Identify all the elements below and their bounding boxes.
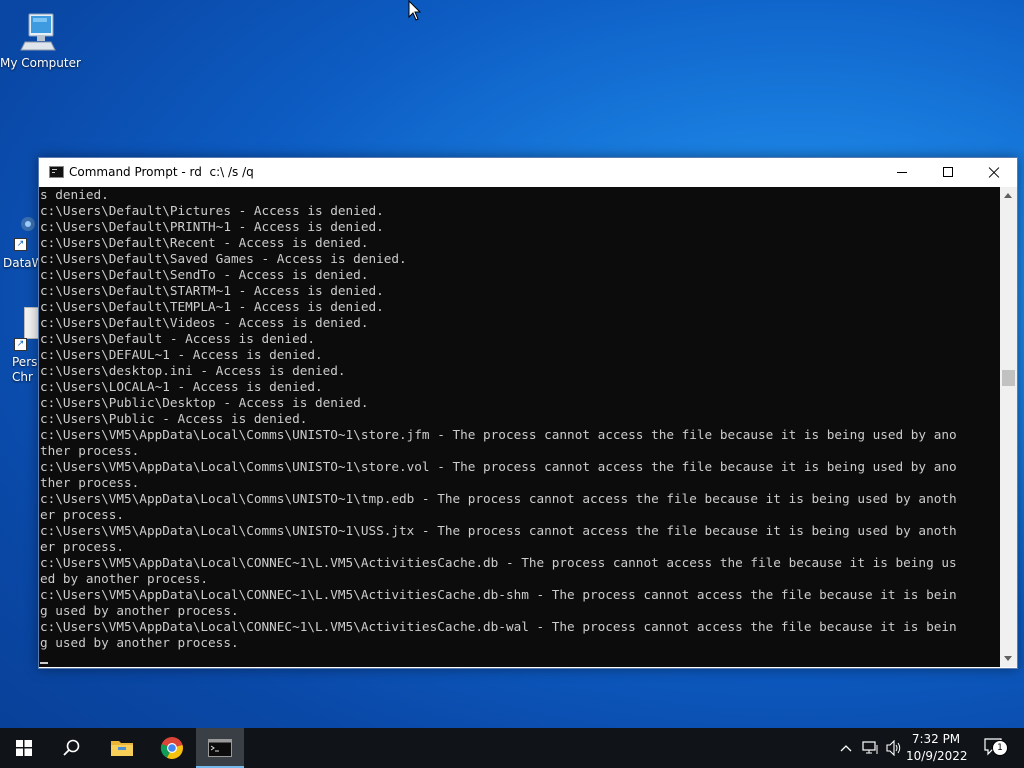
console-line: c:\Users\Default - Access is denied. [40, 331, 315, 346]
console-line: ther process. [40, 475, 140, 490]
console-line: c:\Users\VM5\AppData\Local\Comms\UNISTO~… [40, 491, 957, 506]
scroll-thumb[interactable] [1002, 370, 1015, 386]
network-icon [862, 741, 878, 754]
console-line: c:\Users\VM5\AppData\Local\Comms\UNISTO~… [40, 523, 957, 538]
console-line: c:\Users\LOCALA~1 - Access is denied. [40, 379, 323, 394]
console-line: c:\Users\Default\TEMPLA~1 - Access is de… [40, 299, 384, 314]
console-line: ther process. [40, 443, 140, 458]
folder-icon [111, 741, 133, 756]
chrome-icon [160, 737, 183, 759]
console-line: c:\Users\Public\Desktop - Access is deni… [40, 395, 369, 410]
console-line: c:\Users\Default\Recent - Access is deni… [40, 235, 369, 250]
shortcut-arrow-icon: ↗ [14, 238, 27, 251]
window-title: Command Prompt - rd c:\ /s /q [69, 165, 254, 179]
taskbar-command-prompt[interactable] [196, 728, 244, 768]
tray-show-hidden[interactable] [836, 728, 856, 768]
console-line: g used by another process. [40, 603, 239, 618]
action-center-button[interactable]: 1 [980, 728, 1018, 768]
vertical-scrollbar[interactable] [1000, 187, 1017, 667]
console-line: ed by another process. [40, 571, 209, 586]
desktop-icon-label: My Computer [0, 56, 81, 70]
taskbar-clock[interactable]: 7:32 PM 10/9/2022 [906, 731, 968, 765]
windows-logo-icon [16, 740, 32, 756]
scroll-up-button[interactable] [1000, 187, 1017, 204]
taskbar-chrome[interactable] [148, 728, 196, 768]
scroll-down-button[interactable] [1000, 650, 1017, 667]
notification-count-badge: 1 [992, 740, 1008, 756]
taskbar: 7:32 PM 10/9/2022 1 [0, 728, 1024, 768]
chevron-up-icon [840, 745, 852, 752]
console-line: c:\Users\desktop.ini - Access is denied. [40, 363, 346, 378]
console-line: g used by another process. [40, 635, 239, 650]
console-area[interactable]: s denied. c:\Users\Default\Pictures - Acc… [39, 187, 1000, 667]
console-line: s denied. [40, 187, 109, 202]
console-line: c:\Users\VM5\AppData\Local\CONNEC~1\L.VM… [40, 555, 957, 570]
console-line: er process. [40, 507, 125, 522]
console-line: c:\Users\Default\STARTM~1 - Access is de… [40, 283, 384, 298]
start-button[interactable] [0, 728, 48, 768]
text-cursor [40, 662, 48, 664]
maximize-button[interactable] [925, 158, 971, 187]
speaker-icon [886, 740, 901, 756]
console-icon [208, 739, 232, 757]
close-button[interactable] [971, 158, 1017, 187]
console-line: c:\Users\VM5\AppData\Local\Comms\UNISTO~… [40, 427, 957, 442]
console-line: c:\Users\Default\Pictures - Access is de… [40, 203, 384, 218]
desktop-icon-label: Perso Chr [12, 355, 45, 384]
shortcut-arrow-icon: ↗ [14, 338, 27, 351]
console-output: s denied. c:\Users\Default\Pictures - Acc… [39, 187, 1000, 651]
title-bar[interactable]: Command Prompt - rd c:\ /s /q [39, 158, 1017, 187]
console-line: c:\Users\Public - Access is denied. [40, 411, 308, 426]
clock-time: 7:32 PM [911, 732, 961, 746]
clock-date: 10/9/2022 [906, 749, 968, 763]
console-line: c:\Users\VM5\AppData\Local\CONNEC~1\L.VM… [40, 619, 957, 634]
console-app-icon [49, 166, 64, 178]
console-line: c:\Users\Default\SendTo - Access is deni… [40, 267, 369, 282]
mouse-pointer-icon [408, 0, 422, 21]
tray-network[interactable] [860, 728, 882, 768]
computer-icon [20, 13, 56, 51]
console-line: c:\Users\Default\PRINTH~1 - Access is de… [40, 219, 384, 234]
tray-volume[interactable] [884, 728, 906, 768]
console-line: c:\Users\VM5\AppData\Local\Comms\UNISTO~… [40, 459, 957, 474]
console-line: er process. [40, 539, 125, 554]
console-line: c:\Users\DEFAUL~1 - Access is denied. [40, 347, 323, 362]
command-prompt-window[interactable]: Command Prompt - rd c:\ /s /q s denied. c… [38, 157, 1018, 669]
desktop-icon-my-computer[interactable]: My Computer [0, 10, 81, 70]
console-line: c:\Users\Default\Videos - Access is deni… [40, 315, 369, 330]
taskbar-file-explorer[interactable] [98, 728, 146, 768]
console-line: c:\Users\VM5\AppData\Local\CONNEC~1\L.VM… [40, 587, 957, 602]
search-button[interactable] [48, 728, 96, 768]
search-icon [63, 739, 80, 756]
desktop-icon-dataw[interactable]: ↗ DataW [0, 212, 44, 270]
minimize-button[interactable] [879, 158, 925, 187]
console-line: c:\Users\Default\Saved Games - Access is… [40, 251, 407, 266]
